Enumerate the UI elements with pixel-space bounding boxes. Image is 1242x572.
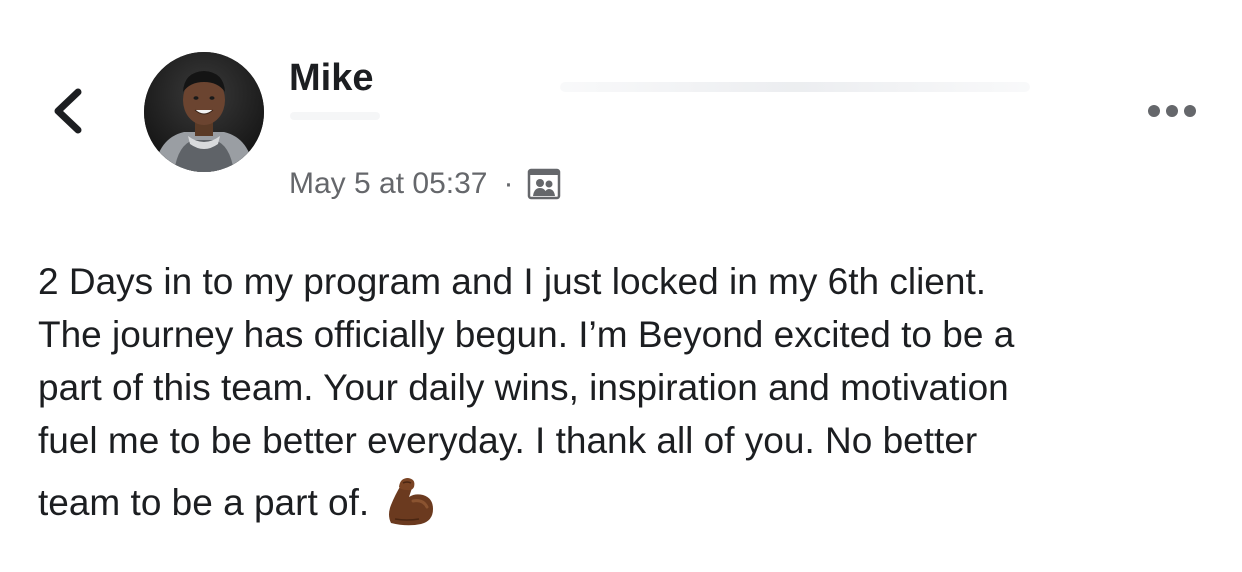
post-text-line: part of this team. Your daily wins, insp… <box>38 367 1009 408</box>
chevron-left-icon <box>54 88 82 134</box>
more-dots-icon <box>1148 105 1196 117</box>
more-options-button[interactable] <box>1144 96 1200 126</box>
post-timestamp[interactable]: May 5 at 05:37 <box>289 167 487 201</box>
redacted-header-text <box>560 82 1030 92</box>
flexed-biceps-icon <box>383 475 437 529</box>
post-meta: May 5 at 05:37 · <box>289 164 561 204</box>
post-text-last-line: team to be a part of. <box>38 475 1218 529</box>
post-text-line: The journey has officially begun. I’m Be… <box>38 314 1015 355</box>
post-text-line: 2 Days in to my program and I just locke… <box>38 261 987 302</box>
redacted-subtitle-text <box>290 112 380 120</box>
post-text-line: fuel me to be better everyday. I thank a… <box>38 420 978 461</box>
profile-photo <box>144 52 264 172</box>
group-photo-icon[interactable] <box>527 167 561 201</box>
post-text-line: team to be a part of. <box>38 481 370 523</box>
meta-separator: · <box>503 167 514 200</box>
post-body: 2 Days in to my program and I just locke… <box>38 255 1218 529</box>
back-button[interactable] <box>48 86 88 136</box>
avatar[interactable] <box>144 52 264 172</box>
author-name[interactable]: Mike <box>289 56 373 100</box>
